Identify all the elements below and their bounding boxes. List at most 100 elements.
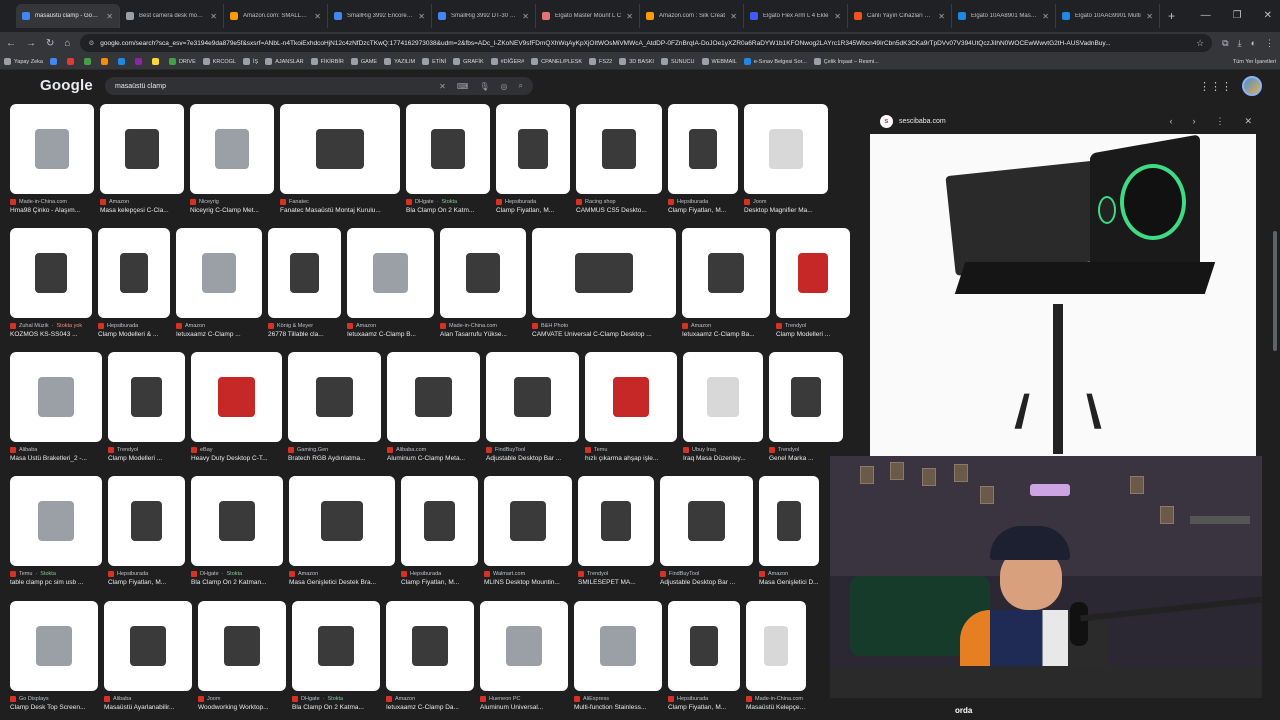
tab-close-icon[interactable]: ✕ bbox=[1042, 12, 1049, 21]
result-thumbnail[interactable] bbox=[576, 104, 662, 194]
result-title[interactable]: CAMMUS CS5 Deskto... bbox=[576, 207, 662, 214]
result-thumbnail[interactable] bbox=[401, 476, 478, 566]
image-result[interactable]: Made-in-China.com Alan Tasarrufu Yükse... bbox=[440, 228, 526, 338]
result-title[interactable]: SMILESEPET MA... bbox=[578, 579, 654, 586]
result-thumbnail[interactable] bbox=[496, 104, 570, 194]
browser-tab[interactable]: Elgato Master Mount L C ✕ bbox=[536, 4, 640, 28]
browser-tab[interactable]: Elgato 10AAG9901 Multi ✕ bbox=[1056, 4, 1160, 28]
image-result[interactable]: Joom Woodworking Worktop... bbox=[198, 601, 286, 711]
image-result[interactable]: Go Displays Clamp Desk Top Screen... bbox=[10, 601, 98, 711]
minimize-icon[interactable]: — bbox=[1201, 10, 1211, 21]
result-thumbnail[interactable] bbox=[288, 352, 381, 442]
result-thumbnail[interactable] bbox=[682, 228, 770, 318]
all-bookmarks[interactable]: Tüm Yer İşaretleri bbox=[1233, 59, 1276, 65]
tab-close-icon[interactable]: ✕ bbox=[938, 12, 945, 21]
image-result[interactable]: Hueneon PC Aluminum Universal... bbox=[480, 601, 568, 711]
new-tab-button[interactable]: + bbox=[1168, 9, 1175, 23]
result-title[interactable]: Clamp Fiyatları, M... bbox=[668, 704, 740, 711]
tab-close-icon[interactable]: ✕ bbox=[626, 12, 633, 21]
preview-image[interactable] bbox=[870, 134, 1256, 456]
result-title[interactable]: Clamp Fiyatları, M... bbox=[668, 207, 738, 214]
result-thumbnail[interactable] bbox=[347, 228, 434, 318]
result-title[interactable]: Bla Clamp On 2 Katman... bbox=[191, 579, 283, 586]
result-title[interactable]: Masa kelepçesi C-Cla... bbox=[100, 207, 184, 214]
result-thumbnail[interactable] bbox=[578, 476, 654, 566]
result-thumbnail[interactable] bbox=[585, 352, 677, 442]
result-title[interactable]: Masa Genişletici D... bbox=[759, 579, 819, 586]
page-scrollbar[interactable] bbox=[1272, 101, 1278, 720]
mic-icon[interactable]: 🎙 bbox=[479, 82, 489, 91]
result-thumbnail[interactable] bbox=[744, 104, 828, 194]
reload-icon[interactable]: ↻ bbox=[46, 38, 54, 49]
image-result[interactable]: Temu · Stokta table clamp pc sim usb ... bbox=[10, 476, 102, 586]
close-preview-icon[interactable]: ✕ bbox=[1244, 116, 1252, 127]
image-result[interactable]: Amazon Ietuxaamz C-Clamp Da... bbox=[386, 601, 474, 711]
result-title[interactable]: hızlı çıkarma ahşap işle... bbox=[585, 455, 677, 462]
bookmark-item[interactable] bbox=[83, 58, 94, 65]
image-result[interactable]: Amazon Ietuxaamz C-Clamp ... bbox=[176, 228, 262, 338]
chevron-left-icon[interactable]: ‹ bbox=[12, 652, 19, 678]
image-result[interactable]: Amazon Masa Genişletici D... bbox=[759, 476, 819, 586]
browser-tab[interactable]: Elgato Flex Arm L 4 Ekle ✕ bbox=[744, 4, 848, 28]
result-thumbnail[interactable] bbox=[280, 104, 400, 194]
result-title[interactable]: Ietuxaamz C-Clamp Da... bbox=[386, 704, 474, 711]
image-result[interactable]: Hepsiburada Clamp Fiyatları, M... bbox=[668, 104, 738, 214]
bookmark-item[interactable]: FİKİRBİR bbox=[310, 58, 344, 65]
image-result[interactable]: König & Meyer 26778 Tillable cla... bbox=[268, 228, 341, 338]
image-result[interactable]: Amazon Masa kelepçesi C-Cla... bbox=[100, 104, 184, 214]
result-thumbnail[interactable] bbox=[486, 352, 579, 442]
result-title[interactable]: Aluminum Universal... bbox=[480, 704, 568, 711]
browser-tab[interactable]: masaüstü clamp - Google ✕ bbox=[16, 4, 120, 28]
image-result[interactable]: FindBuyTool Adjustable Desktop Bar ... bbox=[660, 476, 753, 586]
browser-tab[interactable]: SmallRig 3992 DT-30 Mo ✕ bbox=[432, 4, 536, 28]
bookmark-item[interactable]: AJANSLAR bbox=[265, 58, 304, 65]
bookmark-item[interactable] bbox=[66, 58, 77, 65]
result-title[interactable]: Ietuxaamz C-Clamp Ba... bbox=[682, 331, 770, 338]
bookmark-item[interactable]: WEBMAIL bbox=[701, 58, 737, 65]
apps-grid-icon[interactable]: ⋮⋮⋮ bbox=[1199, 80, 1232, 93]
result-title[interactable]: Masa Genişletici Destek Bra... bbox=[289, 579, 395, 586]
download-icon[interactable]: ⤓ bbox=[1238, 38, 1242, 49]
result-title[interactable]: Masaüstü Kelepçesi US... bbox=[746, 704, 806, 711]
result-thumbnail[interactable] bbox=[386, 601, 474, 691]
result-thumbnail[interactable] bbox=[191, 352, 282, 442]
result-title[interactable]: Aluminum C-Clamp Meta... bbox=[387, 455, 480, 462]
result-title[interactable]: Multi-function Stainless... bbox=[574, 704, 662, 711]
image-result[interactable]: AliExpress Multi-function Stainless... bbox=[574, 601, 662, 711]
bookmark-item[interactable]: KRCOGL bbox=[202, 58, 236, 65]
image-result[interactable]: Made-in-China.com Hma98 Çinko - Alaşım... bbox=[10, 104, 94, 214]
more-options-icon[interactable]: ⋮ bbox=[1215, 116, 1224, 127]
image-result[interactable]: Hepsiburada Clamp Fiyatları, M... bbox=[401, 476, 478, 586]
result-thumbnail[interactable] bbox=[406, 104, 490, 194]
result-thumbnail[interactable] bbox=[289, 476, 395, 566]
image-result[interactable]: FindBuyTool Adjustable Desktop Bar ... bbox=[486, 352, 579, 462]
image-result[interactable]: Alibaba Masaüstü Ayarlanabilir... bbox=[104, 601, 192, 711]
bookmark-item[interactable]: SUNUCU bbox=[660, 58, 695, 65]
tab-close-icon[interactable]: ✕ bbox=[522, 12, 529, 21]
bookmark-star-icon[interactable]: ☆ bbox=[1196, 38, 1204, 49]
result-thumbnail[interactable] bbox=[574, 601, 662, 691]
image-result[interactable]: Trendyol Genel Marka ... bbox=[769, 352, 843, 462]
result-thumbnail[interactable] bbox=[292, 601, 380, 691]
image-result[interactable]: Alibaba Masa Üstü Braketleri_2 -... bbox=[10, 352, 102, 462]
result-title[interactable]: Adjustable Desktop Bar ... bbox=[660, 579, 753, 586]
result-title[interactable]: Hma98 Çinko - Alaşım... bbox=[10, 207, 94, 214]
result-title[interactable]: Woodworking Worktop... bbox=[198, 704, 286, 711]
image-result[interactable]: eBay Heavy Duty Desktop C-T... bbox=[191, 352, 282, 462]
tab-close-icon[interactable]: ✕ bbox=[418, 12, 425, 21]
result-title[interactable]: Masaüstü Ayarlanabilir... bbox=[104, 704, 192, 711]
profile-icon[interactable]: ◐ bbox=[1251, 38, 1256, 49]
result-title[interactable]: MLINS Desktop Mountin... bbox=[484, 579, 572, 586]
bookmark-item[interactable] bbox=[117, 58, 128, 65]
result-thumbnail[interactable] bbox=[759, 476, 819, 566]
result-thumbnail[interactable] bbox=[668, 601, 740, 691]
result-title[interactable]: Clamp Modelleri & ... bbox=[98, 331, 170, 338]
result-thumbnail[interactable] bbox=[484, 476, 572, 566]
image-result[interactable]: Racing shop CAMMUS CS5 Deskto... bbox=[576, 104, 662, 214]
image-result[interactable]: B&H Photo CAMVATE Universal C-Clamp Deskt… bbox=[532, 228, 676, 338]
result-title[interactable]: KOZMOS KS-SS043 ... bbox=[10, 331, 92, 338]
result-thumbnail[interactable] bbox=[10, 476, 102, 566]
tab-close-icon[interactable]: ✕ bbox=[106, 12, 113, 21]
result-title[interactable]: 26778 Tillable cla... bbox=[268, 331, 341, 338]
bookmark-item[interactable]: GRAFİK bbox=[453, 58, 484, 65]
